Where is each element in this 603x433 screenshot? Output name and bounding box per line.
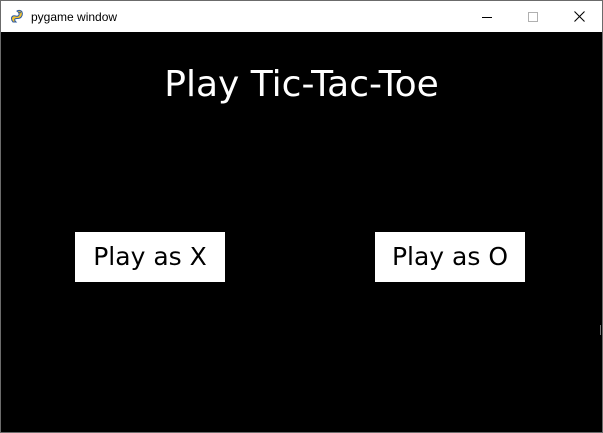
minimize-button[interactable]	[464, 1, 510, 32]
maximize-icon	[528, 7, 538, 26]
game-title: Play Tic-Tac-Toe	[164, 64, 439, 105]
minimize-icon	[482, 7, 492, 26]
pygame-window: pygame window Play Tic-Tac-Toe Play as X…	[0, 0, 603, 433]
game-canvas[interactable]: Play Tic-Tac-Toe Play as X Play as O	[1, 32, 602, 432]
close-button[interactable]	[556, 1, 602, 32]
play-as-x-button[interactable]: Play as X	[75, 232, 225, 282]
window-title: pygame window	[31, 10, 118, 24]
maximize-button[interactable]	[510, 1, 556, 32]
title-bar[interactable]: pygame window	[1, 1, 602, 32]
pygame-snake-icon	[9, 8, 25, 24]
play-as-o-button[interactable]: Play as O	[375, 232, 525, 282]
close-icon	[573, 7, 585, 26]
